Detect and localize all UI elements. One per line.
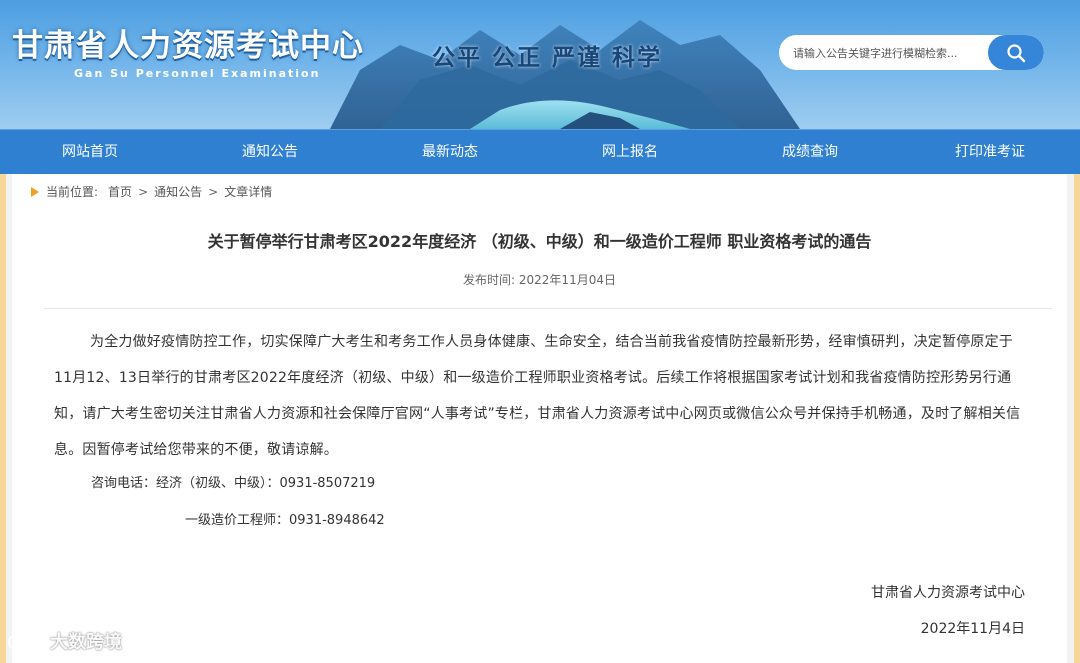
right-accent-bar: [1074, 174, 1080, 663]
search-button[interactable]: [988, 35, 1044, 70]
signature-org: 甘肃省人力资源考试中心: [871, 585, 1025, 601]
search-icon: [1007, 43, 1026, 62]
main-nav: 网站首页 通知公告 最新动态 网上报名 成绩查询 打印准考证: [0, 129, 1080, 174]
signature-date: 2022年11月4日: [920, 621, 1025, 637]
left-accent-bar: [0, 174, 6, 663]
nav-item-registration[interactable]: 网上报名: [540, 130, 720, 174]
article-paragraph: 为全力做好疫情防控工作，切实保障广大考生和考务工作人员身体健康、生命安全，结合当…: [54, 334, 1021, 458]
breadcrumb-separator: >: [138, 184, 149, 199]
publish-time: 发布时间: 2022年11月04日: [463, 273, 616, 287]
nav-item-notices[interactable]: 通知公告: [180, 130, 360, 174]
divider: [44, 308, 1052, 309]
watermark-logo-icon: [8, 632, 43, 650]
breadcrumb-current: 文章详情: [224, 185, 273, 199]
breadcrumb-prefix: 当前位置:: [46, 185, 99, 199]
nav-item-print-admission[interactable]: 打印准考证: [900, 130, 1080, 174]
contact-economic: 咨询电话：经济（初级、中级）：0931-8507219: [91, 476, 376, 491]
watermark-text: 大数跨境: [50, 632, 122, 653]
article-panel: 当前位置: 首页 > 通知公告 > 文章详情 关于暂停举行甘肃考区2022年度经…: [12, 174, 1067, 663]
breadcrumb: 当前位置: 首页 > 通知公告 > 文章详情: [30, 183, 272, 200]
site-title: 甘肃省人力资源考试中心: [12, 28, 364, 64]
contact-cost-engineer: 一级造价工程师：0931-8948642: [185, 513, 385, 528]
location-arrow-icon: [31, 186, 39, 197]
search-box: [779, 35, 1044, 70]
breadcrumb-separator: >: [208, 184, 219, 199]
nav-item-score-query[interactable]: 成绩查询: [720, 130, 900, 174]
article-body: 为全力做好疫情防控工作，切实保障广大考生和考务工作人员身体健康、生命安全，结合当…: [54, 324, 1029, 468]
nav-item-news[interactable]: 最新动态: [360, 130, 540, 174]
site-slogan: 公平 公正 严谨 科学: [432, 44, 663, 71]
search-input[interactable]: [791, 35, 990, 70]
watermark: 大数跨境: [8, 628, 122, 654]
site-header: 甘肃省人力资源考试中心 Gan Su Personnel Examination…: [0, 0, 1080, 129]
nav-item-home[interactable]: 网站首页: [0, 130, 180, 174]
site-subtitle: Gan Su Personnel Examination: [74, 67, 321, 80]
breadcrumb-notices-link[interactable]: 通知公告: [154, 183, 202, 200]
breadcrumb-home-link[interactable]: 首页: [108, 183, 132, 200]
article-title: 关于暂停举行甘肃考区2022年度经济 （初级、中级）和一级造价工程师 职业资格考…: [207, 232, 872, 251]
